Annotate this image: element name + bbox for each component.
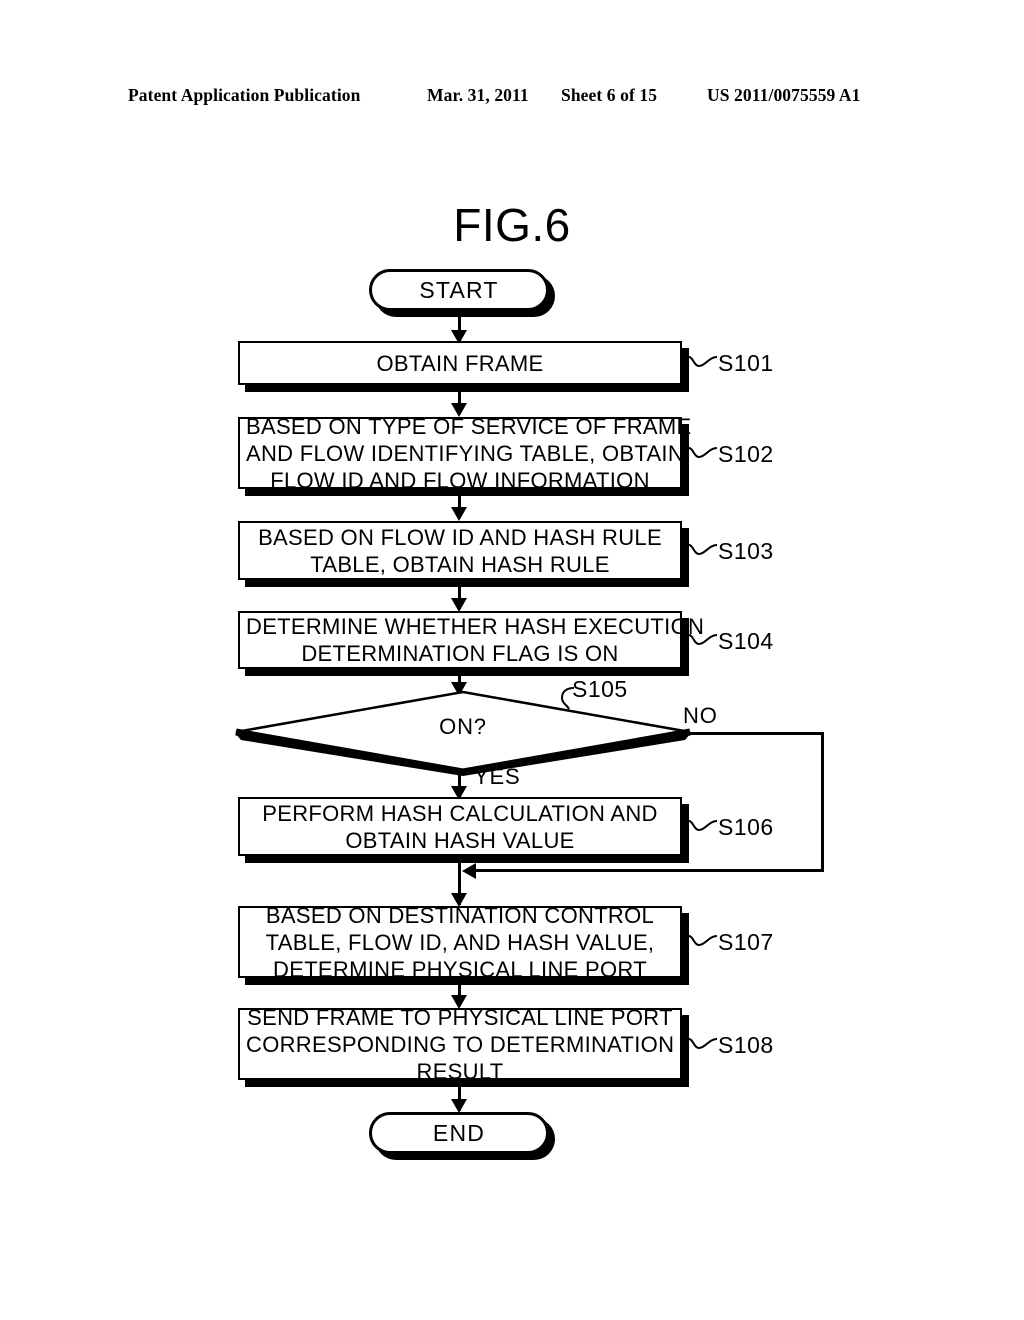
flow-node-s108: SEND FRAME TO PHYSICAL LINE PORT CORRESP… bbox=[238, 1005, 682, 1084]
step-ref-s108: S108 bbox=[688, 1032, 774, 1059]
step-ref-s104: S104 bbox=[688, 628, 774, 655]
flow-node-start-label: START bbox=[419, 276, 499, 303]
flow-node-s101: OBTAIN FRAME bbox=[238, 341, 682, 385]
flow-node-s101-text: OBTAIN FRAME bbox=[376, 350, 544, 376]
arrowhead-s108-to-end bbox=[451, 1099, 467, 1113]
flow-node-s107: BASED ON DESTINATION CONTROL TABLE, FLOW… bbox=[238, 903, 682, 982]
flow-node-s102-text: BASED ON TYPE OF SERVICE OF FRAME AND FL… bbox=[246, 413, 692, 493]
flowchart-diagram: START OBTAIN FRAME S101 BASED ON TYPE OF… bbox=[0, 0, 1024, 1320]
flow-node-s103: BASED ON FLOW ID AND HASH RULE TABLE, OB… bbox=[238, 521, 682, 580]
callout-squiggle-icon bbox=[688, 447, 718, 459]
callout-squiggle-icon bbox=[688, 356, 718, 368]
flow-node-s103-text: BASED ON FLOW ID AND HASH RULE TABLE, OB… bbox=[258, 524, 662, 577]
flow-node-s106-text: PERFORM HASH CALCULATION AND OBTAIN HASH… bbox=[262, 800, 658, 853]
flow-node-s104-text: DETERMINE WHETHER HASH EXECUTION DETERMI… bbox=[246, 614, 705, 666]
step-ref-s106: S106 bbox=[688, 814, 774, 841]
flow-node-end: END bbox=[369, 1112, 549, 1154]
callout-squiggle-icon bbox=[688, 1038, 718, 1050]
callout-squiggle-icon bbox=[688, 935, 718, 947]
step-ref-s103: S103 bbox=[688, 538, 774, 565]
branch-label-no: NO bbox=[683, 703, 718, 728]
flow-node-s102: BASED ON TYPE OF SERVICE OF FRAME AND FL… bbox=[238, 414, 691, 493]
callout-squiggle-icon bbox=[560, 687, 575, 710]
callout-squiggle-icon bbox=[688, 544, 718, 556]
flow-node-end-label: END bbox=[432, 1119, 486, 1146]
arrowhead-s103-to-s104 bbox=[451, 598, 467, 612]
flow-node-s106: PERFORM HASH CALCULATION AND OBTAIN HASH… bbox=[238, 797, 682, 856]
arrowhead-no-merge bbox=[462, 863, 476, 879]
flow-node-s104: DETERMINE WHETHER HASH EXECUTION DETERMI… bbox=[238, 611, 705, 669]
step-ref-s101: S101 bbox=[688, 350, 774, 377]
callout-squiggle-icon bbox=[688, 634, 718, 646]
flow-node-s108-text: SEND FRAME TO PHYSICAL LINE PORT CORRESP… bbox=[246, 1004, 675, 1084]
flow-node-start: START bbox=[369, 269, 549, 311]
step-ref-s102: S102 bbox=[688, 441, 774, 468]
connector-no-horizontal-top bbox=[688, 732, 824, 735]
step-ref-s105: S105 bbox=[560, 676, 628, 710]
branch-label-yes: YES bbox=[474, 764, 521, 789]
connector-no-horizontal-bottom bbox=[470, 869, 824, 872]
step-ref-s107: S107 bbox=[688, 929, 774, 956]
flow-node-s107-text: BASED ON DESTINATION CONTROL TABLE, FLOW… bbox=[265, 902, 655, 982]
callout-squiggle-icon bbox=[688, 820, 718, 832]
connector-no-vertical bbox=[821, 732, 824, 870]
arrowhead-s102-to-s103 bbox=[451, 507, 467, 521]
